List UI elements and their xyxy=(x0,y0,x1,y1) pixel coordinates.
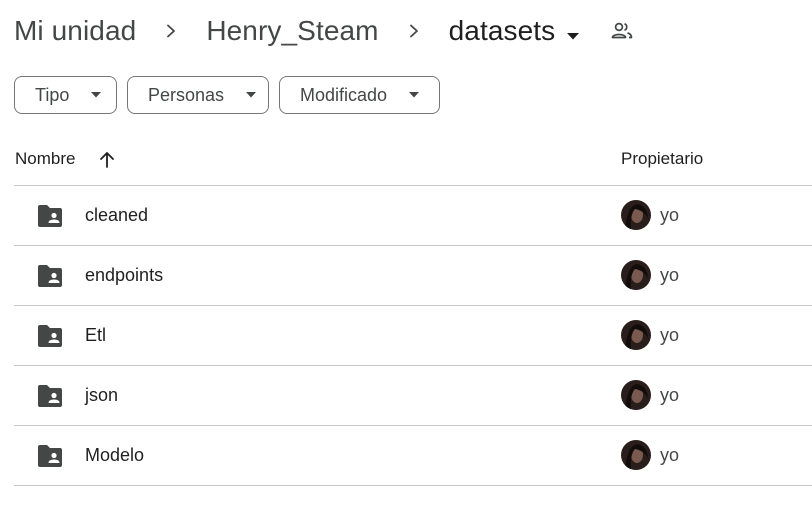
table-row[interactable]: Modelo yo xyxy=(14,426,812,486)
shared-folder-icon xyxy=(38,385,62,407)
avatar xyxy=(621,440,651,470)
chevron-right-icon xyxy=(379,24,449,38)
avatar xyxy=(621,320,651,350)
shared-folder-icon xyxy=(38,325,62,347)
breadcrumb-mi-unidad[interactable]: Mi unidad xyxy=(14,15,136,47)
filter-tipo-button[interactable]: Tipo xyxy=(14,76,117,114)
filter-chips: Tipo Personas Modificado xyxy=(14,76,440,114)
avatar xyxy=(621,380,651,410)
owner-name: yo xyxy=(660,265,680,285)
file-name: Etl xyxy=(85,325,107,345)
filter-modificado-label: Modificado xyxy=(300,84,388,105)
filter-modificado-button[interactable]: Modificado xyxy=(279,76,440,114)
drive-folder-view: Mi unidad Henry_Steam datasets Tipo Pers… xyxy=(0,0,812,513)
breadcrumb-henry-steam[interactable]: Henry_Steam xyxy=(206,15,378,47)
breadcrumb-datasets: datasets xyxy=(448,15,556,46)
shared-folder-icon xyxy=(38,265,62,287)
column-header-name[interactable]: Nombre xyxy=(15,149,115,169)
file-name: Modelo xyxy=(85,445,145,465)
owner-name: yo xyxy=(660,325,680,345)
caret-down-icon xyxy=(567,15,580,47)
filter-personas-label: Personas xyxy=(148,84,225,105)
file-name: json xyxy=(85,385,119,405)
people-icon[interactable] xyxy=(611,22,633,40)
table-row[interactable]: endpoints yo xyxy=(14,246,812,306)
breadcrumb: Mi unidad Henry_Steam datasets xyxy=(14,8,633,54)
caret-down-icon xyxy=(246,92,257,98)
table-row[interactable]: cleaned yo xyxy=(14,186,812,246)
arrow-up-icon[interactable] xyxy=(99,151,115,168)
file-list: Nombre Propietario cleaned yo endpoints … xyxy=(14,133,812,486)
shared-folder-icon xyxy=(38,445,62,467)
table-row[interactable]: json yo xyxy=(14,366,812,426)
filter-tipo-label: Tipo xyxy=(35,84,70,105)
avatar xyxy=(621,200,651,230)
chevron-right-icon xyxy=(136,24,206,38)
caret-down-icon xyxy=(91,92,102,98)
column-header-owner[interactable]: Propietario xyxy=(621,149,703,169)
owner-name: yo xyxy=(660,445,680,465)
file-name: cleaned xyxy=(85,205,149,225)
table-row[interactable]: Etl yo xyxy=(14,306,812,366)
shared-folder-icon xyxy=(38,205,62,227)
breadcrumb-current-folder-menu[interactable]: datasets xyxy=(449,15,582,47)
table-header: Nombre Propietario xyxy=(14,133,812,186)
avatar xyxy=(621,260,651,290)
owner-name: yo xyxy=(660,385,680,405)
file-name: endpoints xyxy=(85,265,164,285)
column-name-label: Nombre xyxy=(15,149,76,168)
owner-name: yo xyxy=(660,205,680,225)
caret-down-icon xyxy=(409,92,420,98)
filter-personas-button[interactable]: Personas xyxy=(127,76,269,114)
